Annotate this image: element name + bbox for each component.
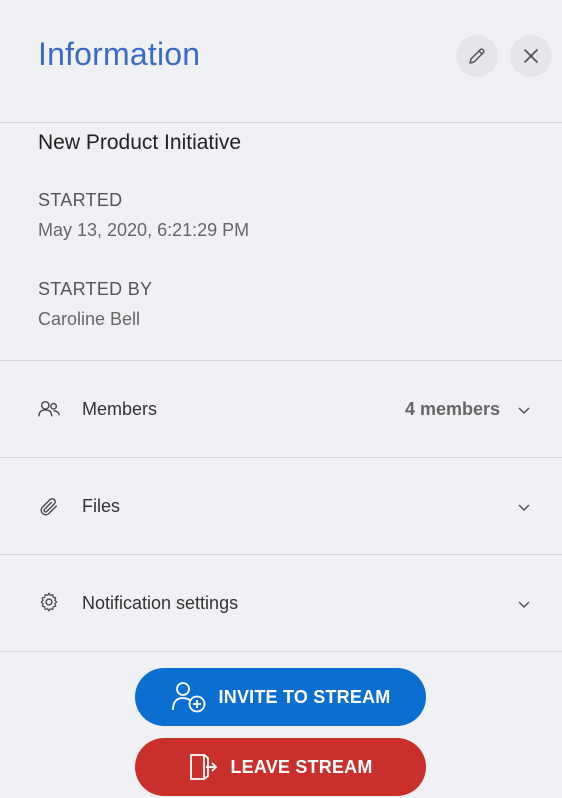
panel-header: Information (0, 0, 562, 123)
close-icon (524, 49, 538, 63)
notification-settings-label: Notification settings (82, 593, 239, 613)
members-label: Members (82, 399, 158, 419)
invite-to-stream-label: INVITE TO STREAM (218, 686, 391, 707)
started-label: STARTED (38, 190, 123, 210)
edit-button[interactable] (456, 35, 498, 77)
started-value: May 13, 2020, 6:21:29 PM (38, 220, 250, 240)
panel-title: Information (38, 36, 201, 72)
leave-stream-label: LEAVE STREAM (230, 756, 373, 777)
paperclip-icon (40, 498, 58, 516)
members-section[interactable]: Members 4 members (0, 361, 562, 458)
add-user-icon (171, 682, 205, 713)
files-section[interactable]: Files (0, 458, 562, 555)
notification-settings-section[interactable]: Notification settings (0, 555, 562, 652)
stream-name: New Product Initiative (38, 131, 242, 154)
close-button[interactable] (510, 35, 552, 77)
chevron-down-icon (518, 601, 530, 609)
stream-details: New Product Initiative STARTED May 13, 2… (0, 123, 562, 361)
files-label: Files (82, 496, 121, 516)
pencil-icon (469, 48, 485, 64)
started-by-value: Caroline Bell (38, 309, 141, 329)
invite-to-stream-button[interactable]: INVITE TO STREAM (135, 668, 426, 726)
exit-door-icon (190, 754, 218, 780)
chevron-down-icon (518, 504, 530, 512)
people-icon (38, 400, 60, 417)
leave-stream-button[interactable]: LEAVE STREAM (135, 738, 426, 796)
started-by-label: STARTED BY (38, 279, 153, 299)
chevron-down-icon (518, 407, 530, 415)
gear-icon (40, 592, 58, 612)
members-count: 4 members (404, 399, 500, 419)
